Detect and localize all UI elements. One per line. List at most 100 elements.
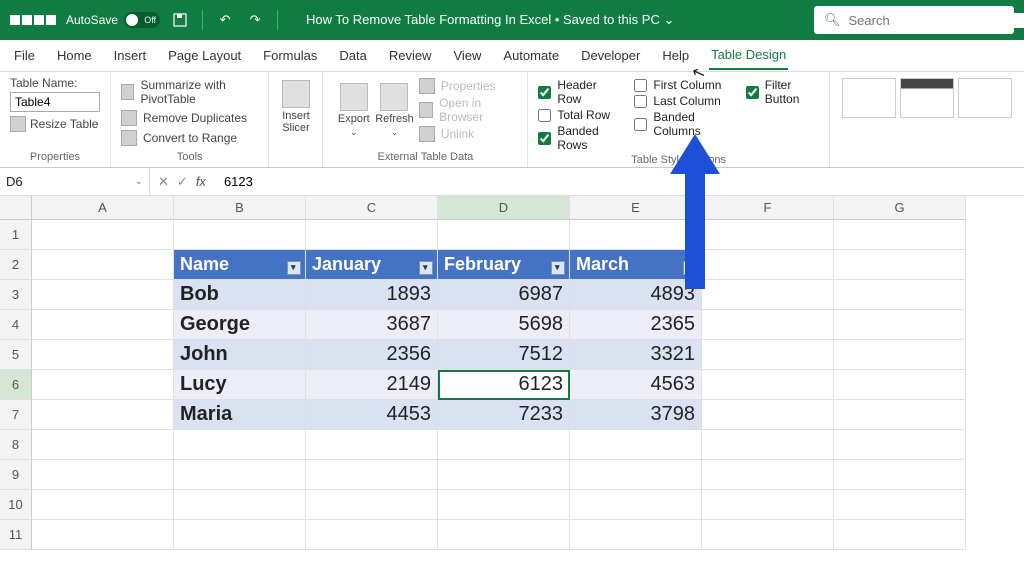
tab-table-design[interactable]: Table Design: [709, 41, 788, 70]
table-cell[interactable]: 7233: [438, 400, 570, 430]
cell[interactable]: [438, 460, 570, 490]
filter-dropdown-icon[interactable]: [287, 261, 301, 275]
undo-button[interactable]: ↶: [215, 10, 235, 30]
redo-button[interactable]: ↷: [245, 10, 265, 30]
row-header[interactable]: 1: [0, 220, 32, 250]
cell[interactable]: [174, 490, 306, 520]
tablename-input[interactable]: [10, 92, 100, 112]
accept-formula-icon[interactable]: ✓: [177, 174, 188, 190]
cell[interactable]: [702, 340, 834, 370]
table-cell[interactable]: 3321: [570, 340, 702, 370]
chk-first-column[interactable]: First Column: [634, 78, 731, 92]
table-header[interactable]: January: [306, 250, 438, 280]
table-cell[interactable]: Maria: [174, 400, 306, 430]
cell[interactable]: [834, 280, 966, 310]
table-cell[interactable]: 3798: [570, 400, 702, 430]
resize-table-button[interactable]: Resize Table: [10, 116, 100, 132]
cell[interactable]: [32, 280, 174, 310]
table-cell[interactable]: John: [174, 340, 306, 370]
cell[interactable]: [702, 460, 834, 490]
style-swatch-2[interactable]: [900, 78, 954, 118]
col-header[interactable]: B: [174, 196, 306, 220]
chevron-down-icon[interactable]: ⌄: [135, 176, 143, 187]
cell[interactable]: [702, 220, 834, 250]
cell[interactable]: [570, 490, 702, 520]
tab-file[interactable]: File: [12, 42, 37, 69]
table-cell[interactable]: 2149: [306, 370, 438, 400]
cell[interactable]: [306, 460, 438, 490]
table-cell[interactable]: Bob: [174, 280, 306, 310]
table-header[interactable]: Name: [174, 250, 306, 280]
cell[interactable]: [702, 430, 834, 460]
autosave-switch[interactable]: Off: [124, 12, 160, 28]
row-header[interactable]: 10: [0, 490, 32, 520]
tab-data[interactable]: Data: [337, 42, 368, 69]
table-cell[interactable]: 4453: [306, 400, 438, 430]
formula-input[interactable]: [214, 174, 714, 189]
col-header[interactable]: A: [32, 196, 174, 220]
chk-banded-rows[interactable]: Banded Rows: [538, 124, 620, 152]
cell[interactable]: [702, 310, 834, 340]
cell[interactable]: [438, 520, 570, 550]
cell[interactable]: [174, 220, 306, 250]
cell[interactable]: [438, 220, 570, 250]
cell[interactable]: [32, 220, 174, 250]
row-header[interactable]: 8: [0, 430, 32, 460]
cell[interactable]: [834, 340, 966, 370]
cell[interactable]: [174, 430, 306, 460]
cell[interactable]: [702, 400, 834, 430]
cell[interactable]: [32, 460, 174, 490]
cell[interactable]: [32, 490, 174, 520]
document-title[interactable]: How To Remove Table Formatting In Excel …: [306, 12, 674, 28]
convert-range-button[interactable]: Convert to Range: [121, 130, 258, 146]
row-header[interactable]: 6: [0, 370, 32, 400]
table-cell[interactable]: 1893: [306, 280, 438, 310]
tab-review[interactable]: Review: [387, 42, 434, 69]
autosave-toggle[interactable]: AutoSave Off: [66, 12, 160, 28]
filter-dropdown-icon[interactable]: [551, 261, 565, 275]
cell[interactable]: [834, 250, 966, 280]
cell[interactable]: [174, 520, 306, 550]
table-cell-active[interactable]: 6123: [438, 370, 570, 400]
cell[interactable]: [306, 490, 438, 520]
tab-insert[interactable]: Insert: [112, 42, 149, 69]
col-header[interactable]: D: [438, 196, 570, 220]
cell[interactable]: [32, 310, 174, 340]
col-header[interactable]: G: [834, 196, 966, 220]
cell[interactable]: [834, 220, 966, 250]
table-cell[interactable]: 6987: [438, 280, 570, 310]
cell[interactable]: [834, 400, 966, 430]
cell[interactable]: [174, 460, 306, 490]
chk-last-column[interactable]: Last Column: [634, 94, 731, 108]
tab-view[interactable]: View: [451, 42, 483, 69]
chk-header-row[interactable]: Header Row: [538, 78, 620, 106]
table-cell[interactable]: 5698: [438, 310, 570, 340]
cancel-formula-icon[interactable]: ✕: [158, 174, 169, 190]
row-header[interactable]: 9: [0, 460, 32, 490]
cell[interactable]: [32, 520, 174, 550]
cell[interactable]: [702, 520, 834, 550]
table-cell[interactable]: George: [174, 310, 306, 340]
cell[interactable]: [834, 430, 966, 460]
save-button[interactable]: [170, 10, 190, 30]
cell[interactable]: [702, 250, 834, 280]
cell[interactable]: [306, 430, 438, 460]
tab-home[interactable]: Home: [55, 42, 94, 69]
row-header[interactable]: 5: [0, 340, 32, 370]
cell[interactable]: [834, 310, 966, 340]
row-header[interactable]: 11: [0, 520, 32, 550]
cell[interactable]: [834, 520, 966, 550]
cell[interactable]: [702, 490, 834, 520]
table-cell[interactable]: 4563: [570, 370, 702, 400]
cell[interactable]: [702, 280, 834, 310]
export-button[interactable]: Export⌄: [333, 76, 374, 144]
row-header[interactable]: 3: [0, 280, 32, 310]
col-header[interactable]: C: [306, 196, 438, 220]
refresh-button[interactable]: Refresh⌄: [374, 76, 415, 144]
tab-page-layout[interactable]: Page Layout: [166, 42, 243, 69]
fx-icon[interactable]: fx: [196, 174, 206, 189]
cell[interactable]: [834, 460, 966, 490]
chk-total-row[interactable]: Total Row: [538, 108, 620, 122]
style-swatch-1[interactable]: [842, 78, 896, 118]
search-input[interactable]: [849, 13, 1024, 28]
